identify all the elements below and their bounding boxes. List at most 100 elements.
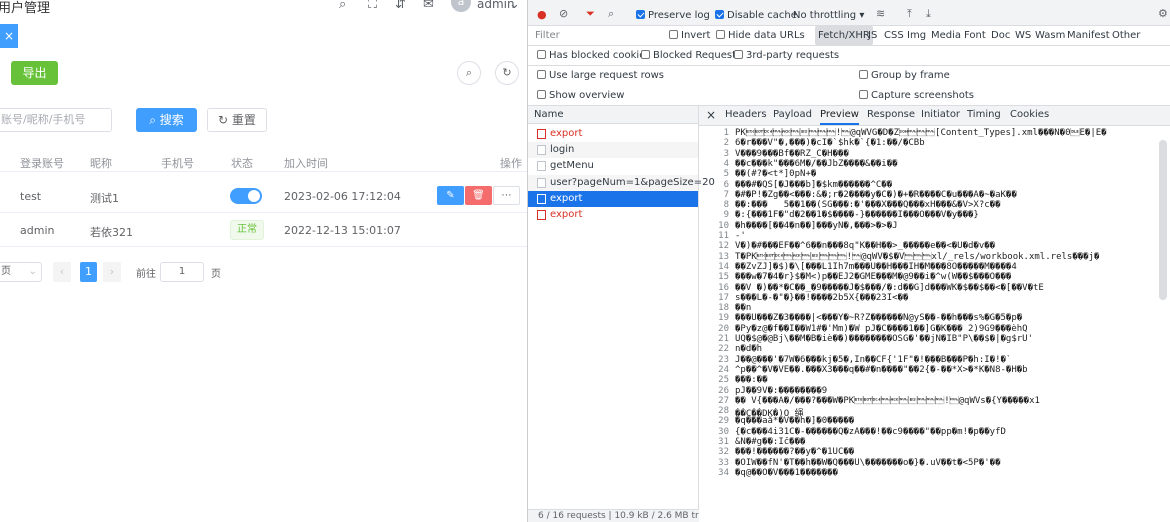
record-icon[interactable]: ● xyxy=(537,9,547,21)
more-icon[interactable]: ⋯ xyxy=(493,186,520,205)
preview-line: 25 ���:�� xyxy=(699,375,1170,385)
filter-type-manifest[interactable]: Manifest xyxy=(1067,26,1110,45)
line-number: 34 xyxy=(718,467,729,478)
tab-payload[interactable]: Payload xyxy=(773,106,812,125)
hide-data-urls-checkbox[interactable]: Hide data URLs xyxy=(716,30,805,41)
request-row[interactable]: getMenu xyxy=(528,158,698,174)
tab-initiator[interactable]: Initiator xyxy=(921,106,960,125)
tab-response[interactable]: Response xyxy=(867,106,915,125)
filter-type-font[interactable]: Font xyxy=(964,26,986,45)
tab-cookies[interactable]: Cookies xyxy=(1010,106,1049,125)
export-button[interactable]: 导出 xyxy=(11,61,58,85)
settings-icon[interactable]: ⚙ xyxy=(1158,8,1168,20)
download-icon[interactable]: ⤓ xyxy=(926,8,931,20)
filter-input[interactable]: Filter xyxy=(535,30,560,41)
filter-type-img[interactable]: Img xyxy=(907,26,926,45)
toggle-search-icon[interactable]: ⌕ xyxy=(457,61,481,85)
search-button[interactable]: ⌕ 搜索 xyxy=(136,108,197,132)
request-icon xyxy=(537,145,546,155)
preview-line: 33 �OIW��fN'�T��h��W�Q���U\�������o�}�.uV… xyxy=(699,458,1170,468)
column-header: 操作 xyxy=(500,157,522,170)
size-icon[interactable]: ⇵ xyxy=(395,0,406,12)
switch-knob xyxy=(248,190,260,202)
next-page-icon[interactable]: › xyxy=(103,262,121,282)
request-row[interactable]: login xyxy=(528,142,698,158)
search-input[interactable]: 账号/昵称/手机号 xyxy=(0,108,112,132)
table-row[interactable]: admin 若依321 正常 2022-12-13 15:01:07 xyxy=(0,213,527,247)
line-number: 5 xyxy=(723,169,729,180)
large-rows-checkbox[interactable]: Use large request rows xyxy=(537,70,664,81)
filter-type-wasm[interactable]: Wasm xyxy=(1035,26,1065,45)
avatar[interactable]: a xyxy=(451,0,471,12)
wifi-icon[interactable]: ≋ xyxy=(876,8,885,20)
request-name: user?pageNum=1&pageSize=20 xyxy=(550,177,715,188)
goto-page-input[interactable]: 1 xyxy=(160,262,204,282)
filter-type-fetch-xhr[interactable]: Fetch/XHR xyxy=(815,26,873,45)
request-row[interactable]: export xyxy=(528,126,698,142)
page-size-select[interactable]: 页 ⌄ xyxy=(0,262,42,282)
line-number: 8 xyxy=(723,200,729,211)
table-row[interactable]: test 测试1 2023-02-06 17:12:04 ✎ 🗑 ⋯ xyxy=(0,179,527,213)
current-page[interactable]: 1 xyxy=(80,262,97,282)
filter-type-doc[interactable]: Doc xyxy=(991,26,1010,45)
edit-icon[interactable]: ✎ xyxy=(437,186,464,205)
tag-close-icon[interactable]: × xyxy=(0,24,18,48)
preview-line: 28 ��C��DK�)Q 绳 xyxy=(699,406,1170,416)
has-blocked-cookies-label: Has blocked cookies xyxy=(549,50,651,61)
message-icon[interactable]: ✉ xyxy=(423,0,434,12)
screen: 用户管理 ⌕ ⛶ ⇵ ✉ a admin ⌄ × 导出 ⌕ ↻ 账号/昵称/手机… xyxy=(0,0,1170,522)
disable-cache-checkbox[interactable]: Disable cache xyxy=(715,10,797,21)
request-row[interactable]: user?pageNum=1&pageSize=20 xyxy=(528,175,715,191)
filter-type-media[interactable]: Media xyxy=(931,26,961,45)
invert-checkbox[interactable]: Invert xyxy=(669,30,710,41)
filter-icon[interactable]: ⏷ xyxy=(586,8,595,20)
third-party-checkbox[interactable]: 3rd-party requests xyxy=(734,50,839,61)
line-content: pJ��9V�:��������9 xyxy=(735,385,828,396)
refresh-icon[interactable]: ↻ xyxy=(495,61,519,85)
capture-screenshots-label: Capture screenshots xyxy=(871,90,974,101)
search-icon[interactable]: ⌕ xyxy=(608,8,614,20)
prev-page-icon[interactable]: ‹ xyxy=(53,262,71,282)
preview-line: 23 J��@���'�7W�6���kj�5�,In��CF{'1F"�!���… xyxy=(699,355,1170,365)
preview-scrollbar[interactable] xyxy=(1159,140,1167,300)
throttling-select[interactable]: No throttling ▾ xyxy=(793,10,864,21)
filter-type-other[interactable]: Other xyxy=(1112,26,1140,45)
hide-data-urls-label: Hide data URLs xyxy=(728,30,805,41)
clear-icon[interactable]: ⊘ xyxy=(559,8,568,20)
request-row[interactable]: export xyxy=(528,191,698,207)
line-content: V�)�#���EF��^6��n���8q"K��H��>_�����e��<… xyxy=(735,241,996,252)
preview-line: 8 ��:��� 5��1��(SG���:�'���X���Q���xH���&… xyxy=(699,200,1170,210)
preview-line: 4 ��c���k"���6M�/��JbZ����&��i�� xyxy=(699,159,1170,169)
upload-icon[interactable]: ⤒ xyxy=(907,8,912,20)
has-blocked-cookies-checkbox[interactable]: Has blocked cookies xyxy=(537,50,651,61)
reset-button[interactable]: ↻ 重置 xyxy=(207,108,267,132)
filter-type-ws[interactable]: WS xyxy=(1015,26,1031,45)
fullscreen-icon[interactable]: ⛶ xyxy=(368,0,377,12)
tab-timing[interactable]: Timing xyxy=(967,106,1001,125)
line-number: 21 xyxy=(718,334,729,344)
filter-type-css[interactable]: CSS xyxy=(884,26,904,45)
search-icon[interactable]: ⌕ xyxy=(339,0,346,12)
tab-headers[interactable]: Headers xyxy=(725,106,767,125)
cell-account: admin xyxy=(20,224,55,237)
line-content: n�d�h xyxy=(735,344,763,355)
line-content: �Py�z@�f��I��W1#�'Mm)�W pJ�C����1��]G�K�… xyxy=(735,323,1028,334)
request-row[interactable]: export xyxy=(528,207,698,223)
preserve-log-label: Preserve log xyxy=(648,10,710,21)
group-by-frame-checkbox[interactable]: Group by frame xyxy=(859,70,950,81)
filter-type-js[interactable]: JS xyxy=(868,26,877,45)
request-list-header[interactable]: Name xyxy=(528,106,699,124)
show-overview-checkbox[interactable]: Show overview xyxy=(537,90,625,101)
line-content: �#�P!�Zg��<���:&�;r�2����y�C�)�+�R����C�… xyxy=(735,189,1017,200)
blocked-requests-checkbox[interactable]: Blocked Requests xyxy=(641,50,741,61)
chevron-down-icon[interactable]: ⌄ xyxy=(509,0,520,12)
status-switch[interactable] xyxy=(230,188,262,204)
preserve-log-checkbox[interactable]: Preserve log xyxy=(636,10,710,21)
close-icon[interactable]: × xyxy=(706,106,716,125)
request-list: export login getMenu user?pageNum=1&page… xyxy=(528,124,715,522)
tab-preview[interactable]: Preview xyxy=(820,106,859,125)
response-preview[interactable]: 1 PK     ! @qWVG�D�Z   [Content_Typ… xyxy=(699,126,1170,522)
line-number: 29 xyxy=(718,416,729,427)
capture-screenshots-checkbox[interactable]: Capture screenshots xyxy=(859,90,974,101)
delete-icon[interactable]: 🗑 xyxy=(465,186,492,205)
